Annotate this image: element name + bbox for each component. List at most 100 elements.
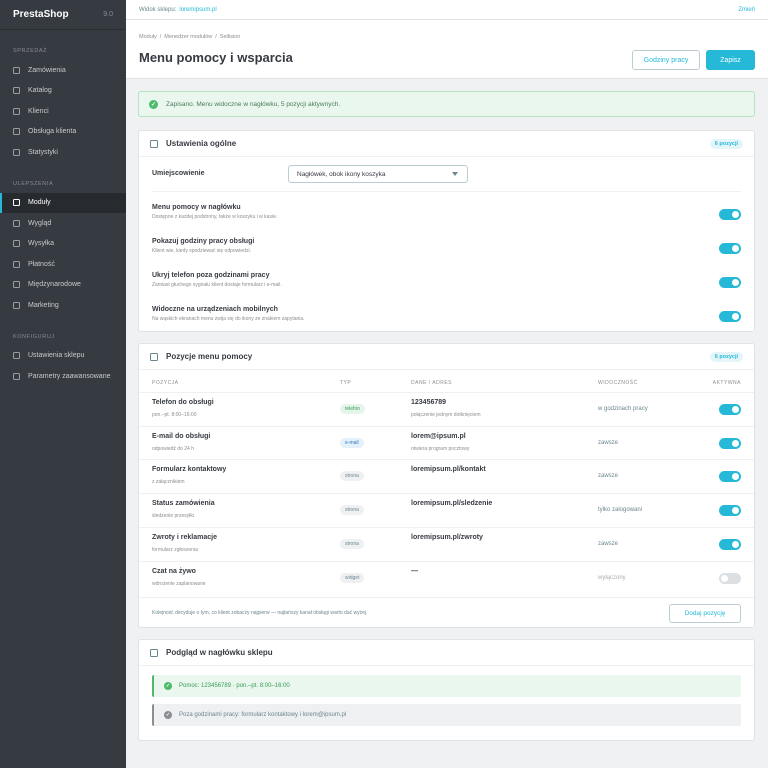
sidebar-item[interactable]: Płatność — [0, 254, 126, 275]
type-badge: strona — [340, 471, 364, 482]
sidebar-nav: SPRZEDAŻ Zamówienia Katalog Klienci Obsługa … — [0, 48, 126, 387]
sidebar-item[interactable]: Klienci — [0, 101, 126, 122]
item-name: Formularz kontaktowy — [152, 466, 227, 474]
preview-text: Poza godzinami pracy: formularz kontakto… — [179, 712, 347, 718]
preview-line-open: ✓ Pomoc: 123456789 · pon.–pt. 8:00–16:00 — [152, 675, 741, 697]
item-name: Zwroty i reklamacje — [152, 533, 217, 541]
visibility-text: tylko zalogowani — [598, 507, 643, 514]
sidebar-item[interactable]: Marketing — [0, 295, 126, 316]
table-row[interactable]: Czat na żywo wdrożenie zaplanowane widget —… — [139, 560, 754, 595]
active-toggle[interactable] — [719, 538, 741, 550]
check-icon: ✓ — [164, 711, 172, 719]
column-header-visibility: WIDOCZNOŚĆ — [598, 380, 638, 386]
item-subtext: formularz zgłoszenia — [152, 546, 198, 553]
main-content: ✓ Zapisano. Menu widoczne w nagłówku, 5 … — [138, 91, 755, 741]
table-row[interactable]: Zwroty i reklamacje formularz zgłoszenia s… — [139, 526, 754, 561]
nav-square-icon — [13, 128, 20, 136]
item-value: loremipsum.pl/zwroty — [411, 533, 483, 541]
item-value: 123456789 — [411, 399, 447, 406]
placement-select[interactable]: Nagłówek, obok ikony koszyka — [288, 165, 468, 183]
setting-hint: Klient wie, kiedy spodziewać się odpowie… — [152, 248, 251, 254]
card-footer: Kolejność decyduje o tym, co klient zoba… — [139, 597, 754, 627]
active-toggle[interactable] — [719, 404, 741, 415]
column-header-name: POZYCJA — [152, 380, 179, 386]
sidebar-item-label: Płatność — [28, 260, 55, 268]
setting-toggle[interactable] — [719, 243, 741, 254]
menu-items-card: Pozycje menu pomocy 6 pozycji POZYCJA TY… — [138, 343, 755, 628]
sidebar-item-label: Wysyłka — [28, 240, 54, 248]
topbar: Widok sklepu: loremipsum.pl Zmień — [126, 0, 768, 20]
active-toggle[interactable] — [719, 437, 741, 449]
sidebar-item-label: Marketing — [28, 301, 59, 309]
card-checkbox-icon[interactable] — [150, 352, 158, 361]
shop-view-label: Widok sklepu: — [139, 6, 177, 13]
table-row[interactable]: Status zamówienia śledzenie przesyłki stro… — [139, 493, 754, 527]
breadcrumb-item[interactable]: Moduły — [139, 34, 157, 40]
sidebar-item-label: Katalog — [28, 87, 52, 95]
success-alert: ✓ Zapisano. Menu widoczne w nagłówku, 5 … — [138, 91, 755, 117]
card-header: Ustawienia ogólne 6 pozycji — [139, 131, 754, 157]
sidebar-item[interactable]: Wysyłka — [0, 234, 126, 255]
sidebar-item-label: Statystyki — [28, 148, 58, 156]
card-title: Podgląd w nagłówku sklepu — [166, 648, 273, 657]
table-row[interactable]: E-mail do obsługi odpowiedź do 24 h e-mail… — [139, 425, 754, 460]
item-name: Status zamówienia — [152, 500, 215, 508]
sidebar-item[interactable]: Katalog — [0, 81, 126, 102]
preview-line-closed: ✓ Poza godzinami pracy: formularz kontak… — [152, 704, 741, 726]
sidebar: PrestaShop 9.0 SPRZEDAŻ Zamówienia Katalog… — [0, 0, 126, 768]
change-shop-link[interactable]: Zmień — [738, 7, 755, 13]
active-toggle[interactable] — [719, 572, 741, 584]
card-checkbox-icon[interactable] — [150, 139, 158, 148]
shop-url-link[interactable]: loremipsum.pl — [179, 7, 216, 13]
sidebar-item-label: Obsługa klienta — [28, 128, 77, 136]
setting-toggle[interactable] — [719, 277, 741, 288]
table-row[interactable]: Telefon do obsługi pon.–pt. 8:00–16:00 tel… — [139, 392, 754, 426]
check-icon: ✓ — [164, 682, 172, 690]
sidebar-item[interactable]: Zamówienia — [0, 60, 126, 81]
sidebar-item[interactable]: Ustawienia sklepu — [0, 346, 126, 367]
active-toggle[interactable] — [719, 471, 741, 483]
visibility-text: zawsze — [598, 540, 619, 547]
sidebar-item[interactable]: Parametry zaawansowane — [0, 366, 126, 387]
shop-view: Widok sklepu: loremipsum.pl — [139, 7, 217, 13]
chevron-down-icon — [452, 172, 458, 176]
item-value-subtext: połączenie jednym dotknięciem — [411, 412, 481, 418]
count-badge: 6 pozycji — [709, 352, 743, 362]
type-badge: telefon — [340, 404, 366, 414]
setting-hint: Zamiast głuchego sygnału klient dostaje … — [152, 282, 282, 288]
setting-row: Menu pomocy w nagłówku Dostępne z każdej … — [152, 204, 741, 220]
sidebar-item[interactable]: Wygląd — [0, 213, 126, 234]
breadcrumb: Moduły / Menedżer modułów / Sellision — [139, 34, 240, 40]
table-row[interactable]: Formularz kontaktowy z załącznikiem strona… — [139, 459, 754, 493]
brand-logo[interactable]: PrestaShop — [13, 9, 69, 20]
item-value: — — [411, 567, 418, 575]
card-checkbox-icon[interactable] — [150, 648, 158, 657]
setting-label: Widoczne na urządzeniach mobilnych — [152, 306, 278, 313]
sidebar-item[interactable]: Międzynarodowe — [0, 275, 126, 296]
sidebar-item[interactable]: Moduły — [0, 192, 126, 213]
item-value: loremipsum.pl/sledzenie — [411, 500, 493, 508]
setting-toggle[interactable] — [719, 311, 741, 322]
alert-text: Zapisano. Menu widoczne w nagłówku, 5 po… — [166, 100, 341, 108]
sidebar-item[interactable]: Statystyki — [0, 142, 126, 163]
setting-toggle[interactable] — [719, 209, 741, 220]
nav-square-icon — [13, 148, 20, 156]
setting-label: Menu pomocy w nagłówku — [152, 204, 241, 211]
add-item-button[interactable]: Dodaj pozycję — [669, 604, 741, 623]
item-value: lorem@ipsum.pl — [411, 432, 466, 440]
page-title: Menu pomocy i wsparcia — [139, 50, 293, 65]
save-button[interactable]: Zapisz — [706, 50, 755, 70]
sidebar-item-label: Międzynarodowe — [28, 281, 81, 289]
working-hours-button[interactable]: Godziny pracy — [632, 50, 700, 70]
type-badge: widget — [340, 572, 365, 583]
divider — [152, 191, 741, 192]
card-title: Ustawienia ogólne — [166, 139, 237, 148]
active-toggle[interactable] — [719, 505, 741, 517]
sidebar-item[interactable]: Obsługa klienta — [0, 122, 126, 143]
version-label: 9.0 — [103, 11, 113, 18]
nav-square-icon — [13, 372, 20, 380]
breadcrumb-item[interactable]: Menedżer modułów — [164, 34, 212, 40]
nav-square-icon — [13, 107, 20, 115]
setting-label: Ukryj telefon poza godzinami pracy — [152, 272, 270, 279]
card-header: Pozycje menu pomocy 6 pozycji — [139, 344, 754, 370]
